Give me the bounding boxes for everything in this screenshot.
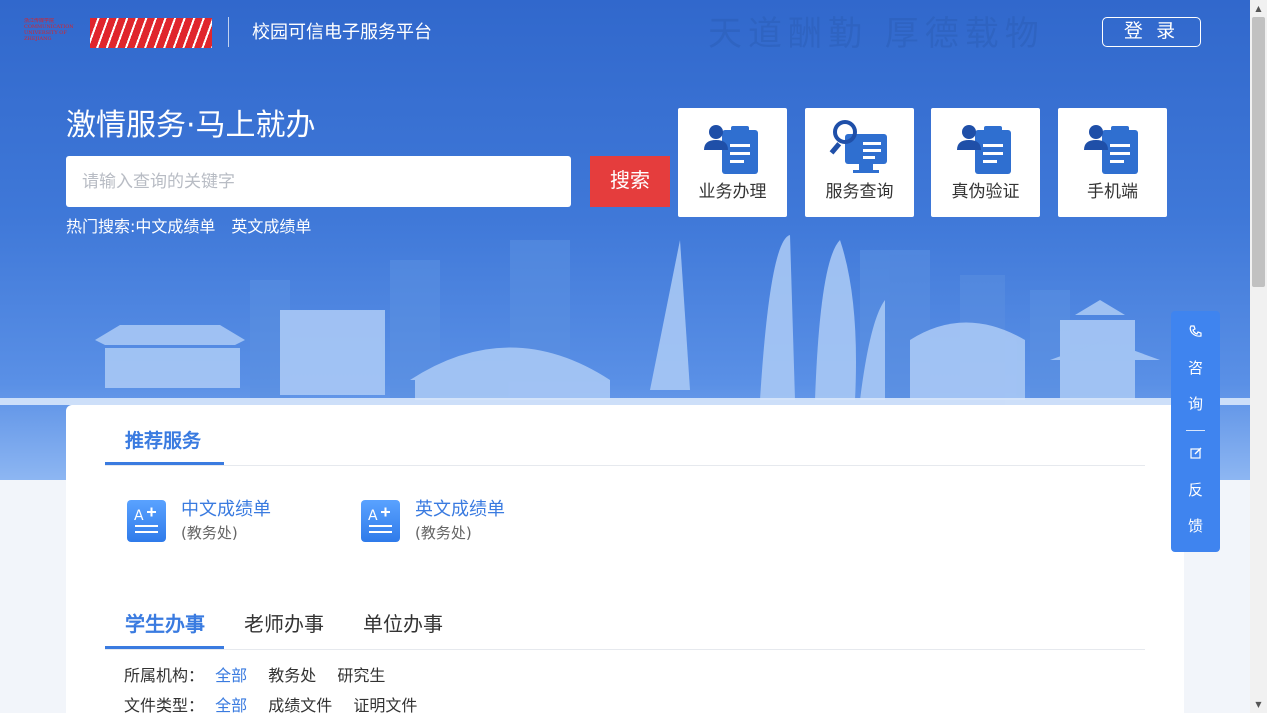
edit-icon (1171, 447, 1220, 463)
clipboard-user-icon (1084, 125, 1138, 174)
consult-char[interactable]: 咨 (1171, 358, 1220, 378)
tile-business[interactable]: 业务办理 (678, 108, 787, 217)
motto-watermark: 天道酬勤 厚德载物 (708, 14, 1045, 54)
header-divider (228, 17, 229, 47)
transcript-icon: A (127, 500, 166, 542)
tab-organization[interactable]: 单位办事 (363, 610, 443, 638)
phone-icon (1171, 325, 1220, 342)
tab-divider (105, 649, 1145, 650)
service-dept: (教务处) (415, 524, 472, 542)
tile-verify[interactable]: 真伪验证 (931, 108, 1040, 217)
login-button[interactable]: 登 录 (1102, 17, 1201, 47)
filter-file-type: 文件类型： 全部 成绩文件 证明文件 (124, 695, 433, 713)
consult-divider (1186, 430, 1205, 431)
feedback-char[interactable]: 反 (1171, 480, 1220, 500)
filter-label: 所属机构： (124, 666, 205, 685)
vertical-scrollbar[interactable]: ▲ ▼ (1250, 0, 1267, 713)
filter-option-all[interactable]: 全部 (215, 665, 247, 687)
filter-option[interactable]: 证明文件 (353, 695, 417, 713)
filter-department: 所属机构： 全部 教务处 研究生 (124, 665, 401, 687)
consult-feedback-panel: 咨 询 反 馈 (1171, 311, 1220, 552)
filter-option[interactable]: 教务处 (268, 665, 316, 687)
logo-text: 浙江传媒学院 COMMUNICATION UNIVERSITY OF ZHEJI… (24, 18, 74, 42)
service-name[interactable]: 中文成绩单 (181, 498, 271, 522)
tile-label: 业务办理 (698, 182, 767, 202)
university-logo[interactable]: 浙江传媒学院 COMMUNICATION UNIVERSITY OF ZHEJI… (24, 18, 212, 48)
service-dept: (教务处) (181, 524, 238, 542)
filter-option[interactable]: 研究生 (337, 665, 385, 687)
tile-label: 服务查询 (825, 182, 894, 202)
tile-query[interactable]: 服务查询 (805, 108, 914, 217)
filter-label: 文件类型： (124, 696, 205, 713)
scroll-down-arrow-icon[interactable]: ▼ (1250, 696, 1267, 713)
consult-char[interactable]: 询 (1171, 394, 1220, 414)
tab-teacher[interactable]: 老师办事 (244, 610, 324, 638)
tile-label: 真伪验证 (951, 182, 1020, 202)
filter-option-all[interactable]: 全部 (215, 695, 247, 713)
transcript-icon: A (361, 500, 400, 542)
services-card: 推荐服务 A 中文成绩单 (教务处) A 英文成绩单 (教务处) 学生办事 老师… (66, 405, 1184, 713)
svg-text:A: A (134, 508, 144, 524)
filter-option[interactable]: 成绩文件 (268, 695, 332, 713)
scroll-thumb[interactable] (1252, 17, 1265, 287)
tile-label: 手机端 (1087, 182, 1138, 202)
tile-mobile[interactable]: 手机端 (1058, 108, 1167, 217)
search-button[interactable]: 搜索 (590, 156, 670, 207)
clipboard-user-icon (957, 125, 1011, 174)
feedback-char[interactable]: 馈 (1171, 516, 1220, 536)
section-divider (105, 465, 1145, 466)
search-monitor-icon (829, 120, 887, 173)
slogan: 激情服务·马上就办 (66, 108, 316, 143)
tab-student[interactable]: 学生办事 (125, 610, 205, 638)
recommended-title: 推荐服务 (125, 430, 202, 452)
scroll-up-arrow-icon[interactable]: ▲ (1250, 0, 1267, 17)
logo-emblem (90, 18, 212, 48)
service-name[interactable]: 英文成绩单 (415, 498, 505, 522)
search-input[interactable] (66, 156, 571, 207)
city-skyline-illustration (0, 235, 1250, 405)
site-title: 校园可信电子服务平台 (252, 22, 432, 43)
svg-text:A: A (368, 508, 378, 524)
clipboard-user-icon (704, 125, 758, 174)
